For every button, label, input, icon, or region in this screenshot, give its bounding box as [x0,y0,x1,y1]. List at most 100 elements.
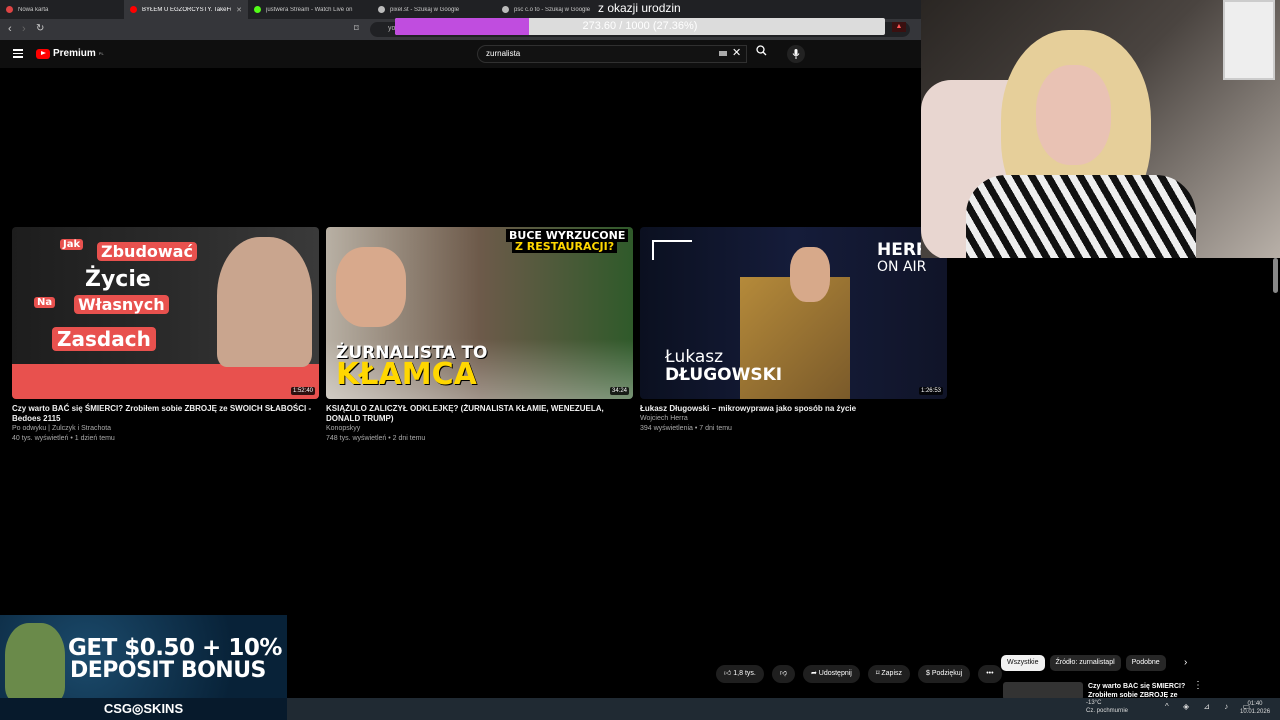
forward-icon[interactable]: › [22,23,26,35]
thumbnail-face [790,247,830,302]
share-button[interactable]: ➦ Udostępnij [802,665,860,683]
video-title[interactable]: KSIĄŻULO ZALICZYŁ ODKLEJKĘ? (ŻURNALISTA … [326,404,633,424]
streamer-shirt [966,175,1196,258]
ad-brand-logo: CSG◎SKINS [0,698,287,720]
menu-icon[interactable] [13,49,23,58]
keyboard-icon[interactable] [719,51,727,56]
microphone-icon [792,49,800,59]
weather-desc: Cz. pochmurnie [1086,708,1129,714]
youtube-play-icon [36,48,50,59]
dislike-button[interactable]: 👎︎ [771,665,795,683]
share-icon: ➦ [810,670,819,677]
save-button[interactable]: ⌑ Zapisz [867,665,911,683]
thumb-text: DŁUGOWSKI [665,365,783,385]
goal-progress-text: 273.60 / 1000 (27.36%) [582,20,698,32]
video-meta: 394 wyświetlenia • 7 dni temu [640,425,732,432]
chip-all[interactable]: Wszystkie [1001,655,1045,671]
video-thumbnail[interactable]: HERRA ON AIR Łukasz DŁUGOWSKI 1:26:53 [640,227,947,399]
dislike-icon: 👎︎ [779,670,787,677]
frame-corner [652,240,692,260]
search-icon [755,45,766,56]
weather-temp: -13°C [1086,700,1102,706]
thumb-text: Jak [60,239,84,250]
thumbnail-band [12,364,319,399]
close-tab-icon[interactable]: ✕ [236,6,242,14]
video-channel[interactable]: Po odwyku | Zulczyk i Strachota [12,424,319,434]
clock-time: 01:40 [1247,701,1263,707]
search-button[interactable] [748,45,774,63]
video-meta: 748 tys. wyświetleń • 2 dni temu [326,435,426,442]
google-favicon-icon [378,6,385,13]
video-duration: 1:52:40 [290,387,315,395]
video-channel[interactable]: Wojciech Herra [640,414,947,424]
thumbnail-person [217,237,312,367]
goal-title: z okazji urodzin [598,1,681,15]
video-card[interactable]: HERRA ON AIR Łukasz DŁUGOWSKI 1:26:53 Łu… [640,227,947,434]
webcam-overlay [921,0,1280,258]
chip-related[interactable]: Podobne [1125,655,1166,671]
chip-source[interactable]: Źródło: zurnalistapl [1049,655,1121,671]
video-thumbnail[interactable]: Jak Zbudować Życie Na Własnych Zasdach 1… [12,227,319,399]
save-label: Zapisz [881,670,903,677]
video-actions: 👍︎ 1,8 tys. 👎︎ ➦ Udostępnij ⌑ Zapisz $ P… [716,665,1002,683]
weather-widget[interactable]: -13°C Cz. pochmurnie [1086,699,1128,715]
youtube-header: Premium PL zurnalista ✕ [0,40,921,68]
thumb-text: Z RESTAURACJI? [512,240,618,253]
filter-chips: Wszystkie Źródło: zurnalistapl Podobne [1001,655,1166,671]
ad-mascot [5,623,65,703]
sponsor-ad: GET $0.50 + 10% DEPOSIT BONUS CSG◎SKINS [0,615,287,720]
thumb-text: KŁAMCA [336,357,477,392]
more-options-icon[interactable]: ⋮ [1193,680,1203,691]
thumb-text: Na [34,297,56,308]
browser-tab-strip: Nowa karta BYŁEM U EGZORCYSTY. TakeFu ✕ j… [0,0,921,19]
more-icon: ••• [986,670,994,677]
voice-search-button[interactable] [787,45,805,63]
thanks-button[interactable]: $ Podziękuj [918,665,971,683]
thumb-text: Życie [85,267,151,292]
browser-tab[interactable]: pixel.st - Szukaj w Google [372,0,496,19]
thumb-text: Własnych [74,295,169,314]
tab-label: BYŁEM U EGZORCYSTY. TakeFu [142,6,232,13]
thanks-label: Podziękuj [931,670,963,677]
thumb-text: ON AIR [877,259,927,275]
warning-icon: ▲ [892,22,906,32]
taskbar-clock[interactable]: 01:40 10.01.2026 [1240,700,1270,716]
browser-tab[interactable]: Nowa karta [0,0,124,19]
video-title[interactable]: Łukasz Długowski – mikrowyprawa jako spo… [640,404,947,414]
like-count: 1,8 tys. [733,670,756,677]
video-card[interactable]: BUCE WYRZUCONE Z RESTAURACJI? ŻURNALISTA… [326,227,633,444]
tab-label: Nowa karta [18,6,49,13]
share-label: Udostępnij [818,670,852,677]
youtube-favicon-icon [130,6,137,13]
google-favicon-icon [502,6,509,13]
back-icon[interactable]: ‹ [8,23,12,35]
clear-search-icon[interactable]: ✕ [732,46,741,59]
thumb-text: Zasdach [52,327,156,351]
video-duration: 1:26:53 [918,387,943,395]
scrollbar[interactable] [1273,258,1278,293]
logo-text: Premium [53,48,96,59]
more-actions-button[interactable]: ••• [978,665,1002,683]
video-card[interactable]: Jak Zbudować Życie Na Własnych Zasdach 1… [12,227,319,444]
bookmark-icon[interactable]: ⌑ [354,23,359,34]
tab-label: justwera Stream - Watch Live on [266,6,353,13]
like-button[interactable]: 👍︎ 1,8 tys. [716,665,764,683]
video-thumbnail[interactable]: BUCE WYRZUCONE Z RESTAURACJI? ŻURNALISTA… [326,227,633,399]
browser-tab-active[interactable]: BYŁEM U EGZORCYSTY. TakeFu ✕ [124,0,248,19]
video-duration: 34:24 [609,387,629,395]
thumbnail-person [336,247,406,327]
kick-favicon-icon [254,6,261,13]
video-channel[interactable]: Konopskyy [326,424,633,434]
browser-tab[interactable]: justwera Stream - Watch Live on [248,0,372,19]
search-input[interactable]: zurnalista [477,45,747,63]
video-title[interactable]: Czy warto BAĆ się ŚMIERCI? Zrobiłem sobi… [12,404,319,424]
chevron-right-icon[interactable]: › [1184,657,1187,668]
reload-icon[interactable]: ↻ [36,23,44,34]
tab-favicon-icon [6,6,13,13]
tab-label: pixel.st - Szukaj w Google [390,6,460,13]
thumb-text: Zbudować [97,242,197,261]
youtube-logo[interactable]: Premium PL [36,48,104,59]
logo-country: PL [98,51,104,56]
clock-date: 10.01.2026 [1240,709,1271,715]
like-icon: 👍︎ [724,670,734,677]
